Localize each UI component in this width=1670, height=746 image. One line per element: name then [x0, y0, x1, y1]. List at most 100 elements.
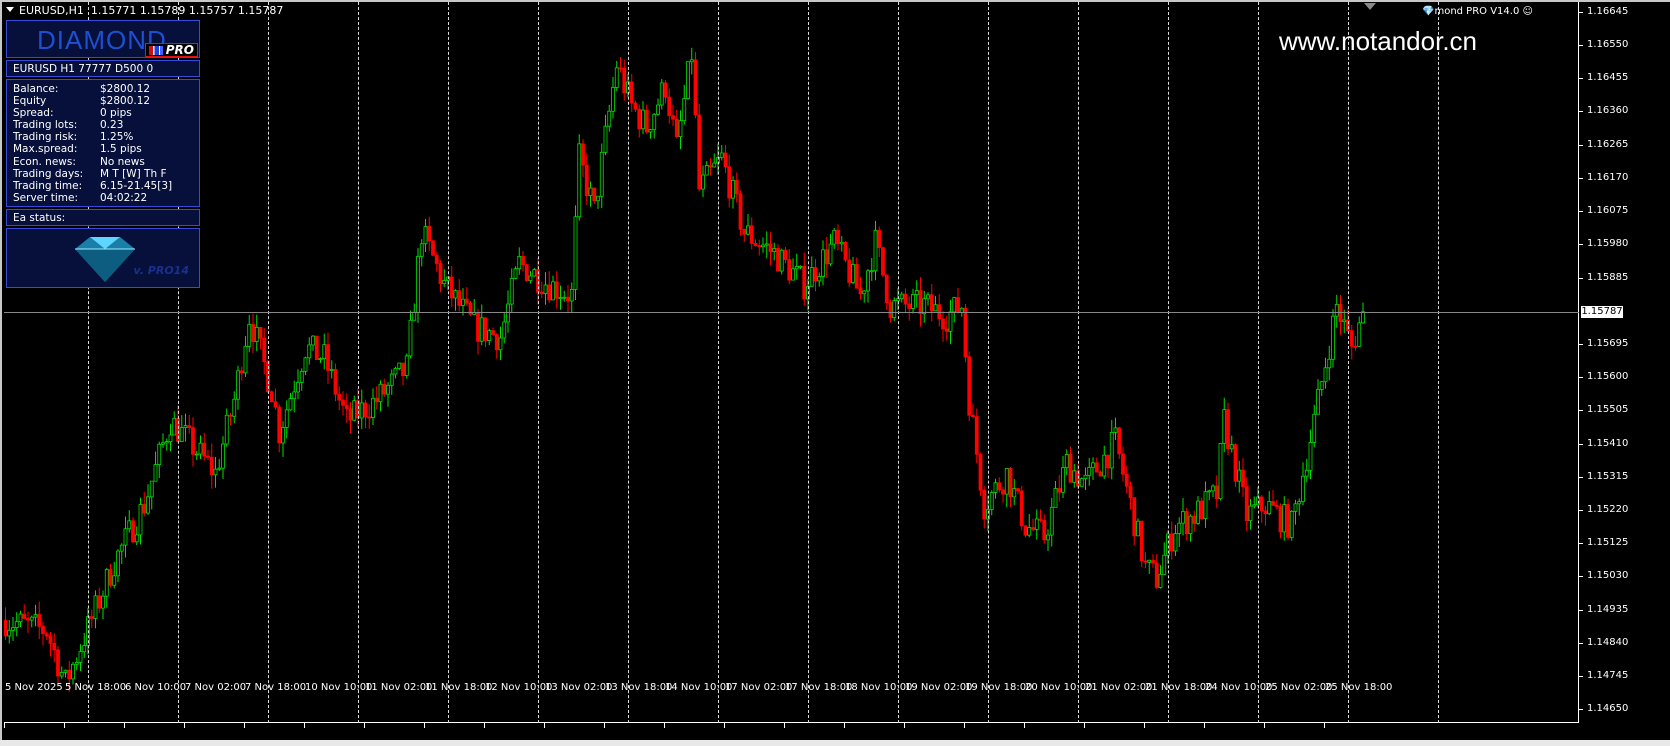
- bear-candle: [1094, 462, 1099, 473]
- ea-label[interactable]: 💎mond PRO V14.0 ☺: [1422, 6, 1533, 17]
- bear-candle: [1244, 486, 1249, 522]
- info-value: 0.23: [100, 119, 124, 132]
- bear-candle: [644, 109, 649, 133]
- ea-version: v. PRO14: [133, 264, 189, 277]
- bear-candle: [1121, 453, 1125, 475]
- bear-candle: [1192, 515, 1197, 524]
- bull-candle: [851, 264, 855, 283]
- bear-candle: [228, 414, 233, 417]
- bear-candle: [884, 274, 889, 304]
- bear-candle: [997, 482, 1002, 491]
- price-tick: [1579, 377, 1583, 379]
- bear-candle: [269, 391, 274, 403]
- bear-candle: [824, 249, 829, 265]
- bear-candle: [877, 229, 882, 248]
- price-tick-label: 1.15885: [1587, 271, 1629, 283]
- bear-candle: [277, 406, 282, 444]
- bear-candle: [4, 619, 8, 637]
- bull-candle: [412, 311, 417, 321]
- bear-candle: [41, 625, 45, 635]
- price-tick: [1579, 11, 1583, 13]
- bear-candle: [944, 328, 949, 332]
- logo-badge-text: PRO: [165, 43, 194, 57]
- bear-candle: [742, 228, 747, 235]
- bull-candle: [1334, 303, 1339, 317]
- chart-plot-area[interactable]: [4, 2, 1579, 723]
- price-tick: [1579, 277, 1583, 279]
- bear-candle: [734, 179, 739, 195]
- bear-candle: [326, 344, 330, 371]
- bull-candle: [101, 595, 105, 609]
- bear-candle: [566, 296, 570, 302]
- info-row: Equity $2800.12: [13, 95, 193, 107]
- time-tick: [544, 723, 545, 728]
- bull-candle: [213, 468, 218, 476]
- bear-candle: [1139, 520, 1144, 562]
- bull-candle: [1102, 454, 1107, 477]
- bear-candle: [618, 67, 623, 70]
- bear-candle: [22, 613, 27, 619]
- bull-candle: [1252, 504, 1257, 507]
- bear-candle: [187, 425, 192, 428]
- time-tick-label: 11 Nov 02:00: [365, 682, 433, 693]
- bull-candle: [828, 243, 833, 265]
- bull-candle: [532, 269, 537, 277]
- time-tick-label: 10 Nov 10:00: [305, 682, 373, 693]
- price-tick: [1579, 211, 1583, 213]
- bear-candle: [494, 334, 499, 351]
- time-tick: [1264, 723, 1265, 728]
- bear-candle: [1349, 330, 1354, 347]
- bull-candle: [1049, 506, 1054, 536]
- bull-candle: [926, 294, 930, 300]
- info-value: 1.25%: [100, 131, 134, 144]
- bull-candle: [1361, 311, 1365, 324]
- ea-symbol-line: EURUSD H1 77777 D500 0: [6, 60, 200, 77]
- bull-candle: [1158, 573, 1163, 588]
- bull-candle: [1196, 500, 1200, 524]
- bull-candle: [1181, 511, 1185, 524]
- bear-candle: [142, 504, 147, 514]
- bull-candle: [569, 289, 574, 302]
- bear-candle: [401, 362, 405, 377]
- time-tick: [304, 723, 305, 728]
- bear-candle: [847, 259, 852, 283]
- bear-candle: [622, 67, 627, 94]
- grid-line: [628, 2, 629, 723]
- bull-candle: [794, 266, 799, 270]
- bear-candle: [941, 318, 945, 330]
- bull-candle: [198, 442, 203, 455]
- price-tick-label: 1.16455: [1587, 72, 1629, 84]
- bear-candle: [584, 164, 589, 196]
- ohlc-close: 1.15787: [237, 4, 284, 17]
- bear-candle: [749, 225, 754, 244]
- bull-candle: [1327, 358, 1332, 369]
- bull-candle: [33, 614, 38, 618]
- bear-candle: [1038, 518, 1043, 521]
- bear-candle: [44, 633, 49, 637]
- bear-candle: [854, 264, 859, 289]
- bull-candle: [1297, 501, 1302, 505]
- bull-candle: [371, 397, 375, 419]
- bull-candle: [138, 504, 143, 536]
- bull-candle: [1012, 488, 1017, 498]
- bear-candle: [1233, 444, 1238, 482]
- bull-candle: [551, 281, 555, 301]
- price-tick: [1579, 676, 1583, 678]
- bear-candle: [1128, 485, 1133, 499]
- bear-candle: [476, 311, 480, 342]
- chart-shift-marker[interactable]: [1364, 3, 1376, 10]
- bear-candle: [1016, 488, 1020, 492]
- price-tick-label: 1.15125: [1587, 537, 1629, 549]
- grid-line: [1348, 2, 1349, 723]
- bull-candle: [1053, 488, 1058, 508]
- bear-candle: [1008, 468, 1013, 498]
- bear-candle: [1241, 469, 1245, 487]
- bull-candle: [408, 319, 413, 357]
- bull-candle: [656, 104, 660, 115]
- bull-candle: [236, 370, 240, 400]
- time-tick-label: 17 Nov 18:00: [785, 682, 853, 693]
- bear-candle: [592, 187, 597, 202]
- dropdown-triangle-icon[interactable]: [6, 7, 14, 12]
- bear-candle: [581, 143, 585, 166]
- bull-candle: [1222, 409, 1227, 444]
